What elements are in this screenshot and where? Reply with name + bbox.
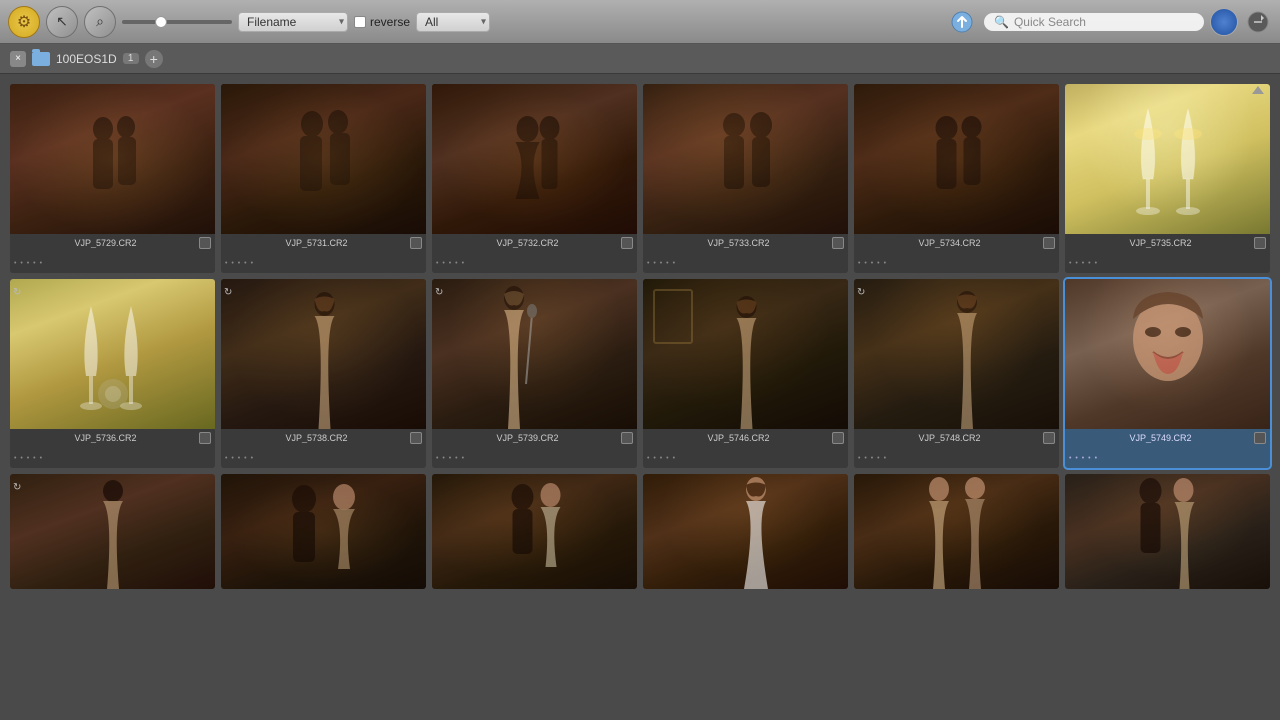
- sync-icon: ↻: [857, 282, 865, 300]
- breadcrumb-add-button[interactable]: +: [145, 50, 163, 68]
- photo-rating: • • • • •: [436, 260, 465, 267]
- photo-rating: • • • • •: [647, 455, 676, 462]
- photo-cell-vjp5749[interactable]: VJP_5749.CR2 • • • • •: [1065, 279, 1270, 468]
- share-button[interactable]: [1244, 8, 1272, 36]
- photo-filename: VJP_5731.CR2: [225, 238, 408, 248]
- photo-cell-vjp5733[interactable]: VJP_5733.CR2 • • • • •: [643, 84, 848, 273]
- photo-filename: VJP_5738.CR2: [225, 433, 408, 443]
- photo-cell-vjp5739[interactable]: ↻: [432, 279, 637, 468]
- photo-footer-vjp5729: VJP_5729.CR2: [10, 234, 215, 252]
- photo-filename: VJP_5736.CR2: [14, 433, 197, 443]
- photo-cell-vjp5731[interactable]: VJP_5731.CR2 • • • • •: [221, 84, 426, 273]
- reverse-checkbox[interactable]: [354, 16, 366, 28]
- photo-filename: VJP_5732.CR2: [436, 238, 619, 248]
- sync-icon: ↻: [224, 282, 232, 300]
- photo-cell-vjp5735[interactable]: VJP_5735.CR2 • • • • •: [1065, 84, 1270, 273]
- breadcrumb-close-button[interactable]: ×: [10, 51, 26, 67]
- sort-select[interactable]: Filename Date Rating: [238, 12, 348, 32]
- breadcrumb-folder-name: 100EOS1D: [56, 52, 117, 66]
- photo-select-checkbox[interactable]: [621, 432, 633, 444]
- search-mode-icon: ⌕: [96, 13, 104, 30]
- breadcrumb-badge: 1: [123, 53, 139, 64]
- photo-cell-vjp5748[interactable]: ↻ VJP_5748.CR2: [854, 279, 1059, 468]
- close-icon: ×: [15, 53, 21, 64]
- cursor-button[interactable]: ↖: [46, 6, 78, 38]
- search-bar-icon: 🔍: [994, 15, 1009, 29]
- photo-rating: • • • • •: [647, 260, 676, 267]
- photo-select-checkbox[interactable]: [621, 237, 633, 249]
- search-input[interactable]: [1014, 15, 1184, 29]
- cursor-icon: ↖: [56, 13, 68, 30]
- photo-cell-vjp5736[interactable]: ↻ VJP_5: [10, 279, 215, 468]
- photo-select-checkbox[interactable]: [832, 432, 844, 444]
- sort-select-wrapper: Filename Date Rating ▾: [238, 12, 348, 32]
- search-mode-button[interactable]: ⌕: [84, 6, 116, 38]
- photo-cell-row3-3[interactable]: [432, 474, 637, 589]
- photo-filename: VJP_5733.CR2: [647, 238, 830, 248]
- thumbnail-size-slider-container: [122, 20, 232, 24]
- photo-rating: • • • • •: [14, 260, 43, 267]
- quick-search-bar: 🔍: [984, 13, 1204, 31]
- filter-select[interactable]: All Flagged Rated: [416, 12, 490, 32]
- breadcrumb-bar: × 100EOS1D 1 +: [0, 44, 1280, 74]
- photo-cell-row3-1[interactable]: ↻: [10, 474, 215, 589]
- toolbar: ⚙ ↖ ⌕ Filename Date Rating ▾ reverse All…: [0, 0, 1280, 44]
- photo-select-checkbox[interactable]: [199, 432, 211, 444]
- reverse-label: reverse: [354, 15, 410, 29]
- photo-filename: VJP_5739.CR2: [436, 433, 619, 443]
- reverse-text: reverse: [370, 15, 410, 29]
- photo-select-checkbox[interactable]: [1043, 432, 1055, 444]
- photo-select-checkbox[interactable]: [832, 237, 844, 249]
- photo-cell-vjp5734[interactable]: VJP_5734.CR2 • • • • •: [854, 84, 1059, 273]
- photo-cell-row3-4[interactable]: [643, 474, 848, 589]
- user-avatar[interactable]: [1210, 8, 1238, 36]
- photo-select-checkbox[interactable]: [410, 432, 422, 444]
- photo-cell-row3-2[interactable]: [221, 474, 426, 589]
- scroll-indicator[interactable]: [1250, 82, 1266, 103]
- photo-rating: • • • • •: [225, 455, 254, 462]
- sync-icon: ↻: [13, 282, 21, 300]
- photo-grid-area: VJP_5729.CR2 • • • • •: [0, 74, 1280, 720]
- photo-select-checkbox[interactable]: [1254, 432, 1266, 444]
- photo-rating: • • • • •: [858, 260, 887, 267]
- photo-select-checkbox[interactable]: [1043, 237, 1055, 249]
- photo-rating: • • • • •: [1069, 455, 1098, 462]
- photo-select-checkbox[interactable]: [1254, 237, 1266, 249]
- photo-filename: VJP_5749.CR2: [1069, 433, 1252, 443]
- photo-rating: • • • • •: [14, 455, 43, 462]
- upload-button[interactable]: [946, 6, 978, 38]
- photo-cell-vjp5746[interactable]: VJP_5746.CR2 • • • • •: [643, 279, 848, 468]
- photo-select-checkbox[interactable]: [199, 237, 211, 249]
- photo-rating: • • • • •: [858, 455, 887, 462]
- photo-rating: • • • • •: [225, 260, 254, 267]
- photo-rating: • • • • •: [1069, 260, 1098, 267]
- sync-icon: ↻: [13, 477, 21, 495]
- photo-filename: VJP_5734.CR2: [858, 238, 1041, 248]
- photo-cell-vjp5738[interactable]: ↻: [221, 279, 426, 468]
- photo-cell-vjp5732[interactable]: VJP_5732.CR2 • • • • •: [432, 84, 637, 273]
- sync-icon: ↻: [435, 282, 443, 300]
- photo-filename: VJP_5735.CR2: [1069, 238, 1252, 248]
- photo-cell-vjp5729[interactable]: VJP_5729.CR2 • • • • •: [10, 84, 215, 273]
- add-icon: +: [150, 51, 158, 67]
- photo-cell-row3-6[interactable]: [1065, 474, 1270, 589]
- photo-filename: VJP_5748.CR2: [858, 433, 1041, 443]
- photo-cell-row3-5[interactable]: [854, 474, 1059, 589]
- photo-grid: VJP_5729.CR2 • • • • •: [10, 84, 1270, 589]
- folder-icon: [32, 52, 50, 66]
- photo-rating: • • • • •: [436, 455, 465, 462]
- gear-button[interactable]: ⚙: [8, 6, 40, 38]
- photo-filename: VJP_5746.CR2: [647, 433, 830, 443]
- photo-filename: VJP_5729.CR2: [14, 238, 197, 248]
- gear-icon: ⚙: [17, 12, 31, 32]
- photo-select-checkbox[interactable]: [410, 237, 422, 249]
- thumbnail-size-slider[interactable]: [122, 20, 232, 24]
- filter-select-wrapper: All Flagged Rated ▾: [416, 12, 490, 32]
